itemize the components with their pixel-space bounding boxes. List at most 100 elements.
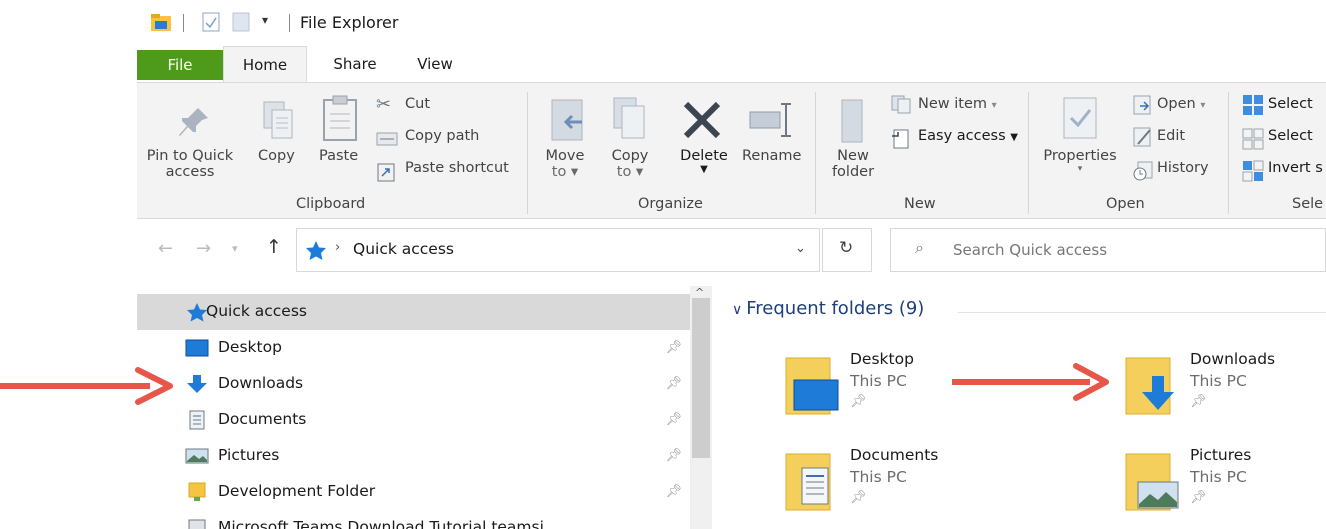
rename-icon (749, 103, 791, 137)
folder-name: Pictures (1190, 446, 1252, 464)
frequent-folders-header[interactable]: ∨ Frequent folders (9) (732, 298, 924, 319)
search-placeholder[interactable]: Search Quick access (953, 241, 1107, 259)
folder-tile-documents[interactable]: Documents This PC 📌︎ (780, 446, 1060, 524)
window-title: File Explorer (300, 13, 399, 32)
folder-location: This PC (1190, 468, 1247, 486)
forward-arrow-icon[interactable]: → (196, 238, 211, 259)
pin-icon: 📌︎ (1190, 394, 1207, 409)
pin-to-quick-access-button[interactable]: Pin to Quick access (136, 148, 244, 180)
new-folder-button[interactable]: New folder (826, 148, 880, 180)
downloads-folder-icon (1125, 357, 1174, 415)
folder-tile-downloads[interactable]: Downloads This PC 📌︎ (1120, 350, 1326, 428)
nav-label: Development Folder (218, 482, 376, 500)
tab-share[interactable]: Share (318, 46, 392, 82)
nav-item-documents[interactable]: Documents 📌︎ (137, 402, 690, 438)
tab-file[interactable]: File (137, 50, 223, 80)
history-icon (1133, 161, 1153, 181)
documents-folder-icon (785, 453, 831, 511)
properties-icon (1063, 97, 1097, 139)
pin-icon: 📌︎ (850, 490, 867, 505)
nav-item-development-folder[interactable]: Development Folder 📌︎ (137, 474, 690, 510)
open-icon (1133, 95, 1151, 115)
invert-selection-button[interactable]: Invert s (1268, 160, 1323, 176)
new-folder-icon (841, 99, 863, 143)
copy-button[interactable]: Copy (258, 148, 295, 164)
select-group-label: Sele (1292, 196, 1324, 212)
folder-tile-pictures[interactable]: Pictures This PC 📌︎ (1120, 446, 1326, 524)
folder-icon (188, 482, 206, 501)
nav-label: Pictures (218, 446, 280, 464)
move-to-button[interactable]: Move to ▾ (540, 148, 590, 180)
qat-dropdown-icon[interactable]: ▾ (262, 13, 268, 27)
nav-item-desktop[interactable]: Desktop 📌︎ (137, 330, 690, 366)
scroll-up-icon[interactable]: ^ (695, 286, 704, 299)
open-button[interactable]: Open ▾ (1157, 96, 1205, 112)
download-arrow-icon (187, 375, 207, 393)
documents-icon (189, 410, 205, 430)
nav-item-quick-access[interactable]: Quick access (137, 294, 690, 330)
nav-item-pictures[interactable]: Pictures 📌︎ (137, 438, 690, 474)
section-divider (958, 312, 1326, 313)
pin-icon: 📌︎ (665, 376, 682, 391)
pictures-icon (185, 448, 209, 464)
properties-dropdown-icon: ▾ (1077, 164, 1083, 174)
address-dropdown-icon[interactable]: ⌄ (795, 241, 806, 256)
history-button[interactable]: History (1157, 160, 1209, 176)
cut-icon: ✂ (376, 94, 392, 115)
refresh-button[interactable]: ↻ (822, 228, 872, 272)
ribbon-separator (1228, 92, 1229, 214)
pictures-folder-icon (1125, 453, 1179, 511)
paste-shortcut-button[interactable]: Paste shortcut (405, 160, 509, 176)
select-none-icon (1242, 128, 1264, 150)
move-to-line1: Move (545, 148, 585, 164)
pin-icon: 📌︎ (1190, 490, 1207, 505)
open-group-label: Open (1106, 196, 1145, 212)
folder-name: Downloads (1190, 350, 1276, 368)
pin-icon: 📌︎ (665, 448, 682, 463)
rename-button[interactable]: Rename (742, 148, 801, 164)
back-arrow-icon[interactable]: ← (158, 238, 173, 259)
address-path[interactable]: Quick access (353, 240, 454, 258)
move-to-line2: to ▾ (551, 164, 579, 180)
new-folder-qat-icon[interactable] (232, 12, 250, 32)
search-box[interactable]: ⌕ Search Quick access (890, 228, 1326, 272)
nav-scrollbar-thumb[interactable] (692, 298, 710, 458)
up-arrow-icon[interactable]: ↑ (266, 236, 282, 258)
properties-qat-icon[interactable] (202, 12, 220, 32)
recent-locations-icon[interactable]: ▾ (232, 242, 238, 255)
address-bar[interactable]: › Quick access ⌄ (296, 228, 820, 272)
delete-button[interactable]: Delete ▼ (676, 148, 732, 175)
copy-to-icon (613, 97, 645, 139)
nav-item-teams-tutorial[interactable]: Microsoft Teams Download Tutorial teamsi (137, 510, 690, 529)
select-all-icon (1243, 95, 1263, 115)
new-item-button[interactable]: New item ▾ (918, 96, 997, 112)
folder-app-icon (151, 14, 171, 31)
nav-label: Downloads (218, 374, 304, 392)
pin-icon: 📌︎ (665, 412, 682, 427)
pin-icon: 📌︎ (850, 394, 867, 409)
copy-to-line2: to ▾ (616, 164, 644, 180)
properties-button[interactable]: Properties ▾ (1040, 148, 1120, 174)
cut-button[interactable]: Cut (405, 96, 430, 112)
folder-name: Desktop (850, 350, 914, 368)
file-icon (188, 519, 206, 529)
edit-button[interactable]: Edit (1157, 128, 1185, 144)
tab-home[interactable]: Home (223, 46, 307, 82)
select-all-button[interactable]: Select (1268, 96, 1313, 112)
ribbon-tabs: File Home Share View (0, 46, 1326, 82)
nav-label: Microsoft Teams Download Tutorial teamsi (218, 518, 544, 529)
paste-button[interactable]: Paste (319, 148, 358, 164)
nav-label: Quick access (206, 302, 307, 320)
path-chevron-icon[interactable]: › (335, 240, 340, 255)
nav-item-downloads[interactable]: Downloads 📌︎ (137, 366, 690, 402)
move-to-icon (551, 99, 583, 141)
title-bar: ▾ File Explorer (0, 0, 1326, 46)
copy-path-button[interactable]: Copy path (405, 128, 479, 144)
copy-to-button[interactable]: Copy to ▾ (604, 148, 656, 180)
select-none-button[interactable]: Select (1268, 128, 1313, 144)
folder-location: This PC (850, 468, 907, 486)
copy-to-line1: Copy (611, 148, 649, 164)
pin-icon (179, 108, 208, 136)
tab-view[interactable]: View (400, 46, 470, 82)
easy-access-button[interactable]: Easy access ▼ (918, 128, 1018, 144)
